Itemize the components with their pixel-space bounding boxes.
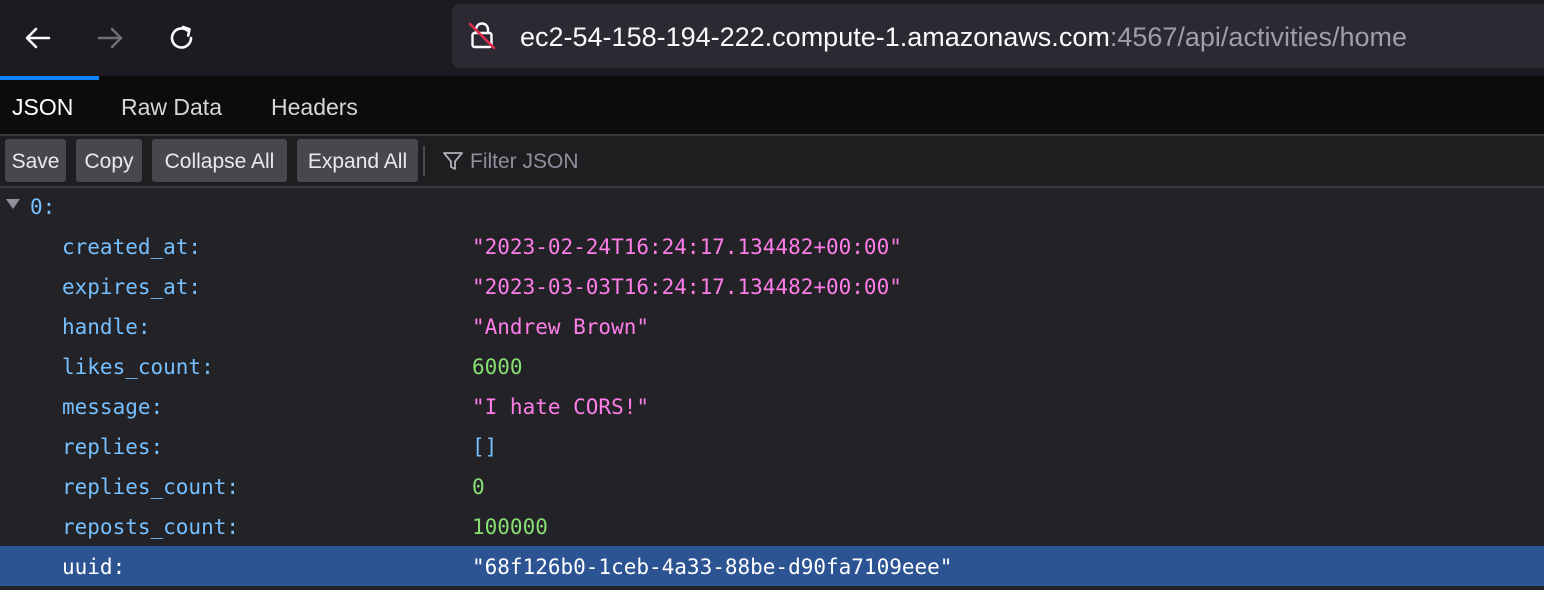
- table-row[interactable]: expires_at: "2023-03-03T16:24:17.134482+…: [0, 266, 1544, 306]
- json-toolbar: Save Copy Collapse All Expand All Filter…: [0, 136, 1544, 188]
- table-row-selected[interactable]: uuid: "68f126b0-1ceb-4a33-88be-d90fa7109…: [0, 546, 1544, 586]
- json-value: []: [472, 435, 498, 459]
- forward-arrow-icon: [97, 27, 123, 49]
- json-value: 6000: [472, 355, 523, 379]
- table-row[interactable]: handle: "Andrew Brown": [0, 306, 1544, 346]
- json-key: uuid:: [62, 555, 126, 579]
- url-host: ec2-54-158-194-222.compute-1.amazonaws.c…: [520, 22, 1110, 52]
- tab-json[interactable]: JSON: [0, 76, 85, 134]
- copy-button[interactable]: Copy: [76, 139, 142, 182]
- json-key: message:: [62, 395, 164, 419]
- url-text[interactable]: ec2-54-158-194-222.compute-1.amazonaws.c…: [520, 4, 1407, 68]
- filter-json-input[interactable]: Filter JSON: [470, 136, 579, 186]
- expand-toggle-icon[interactable]: [6, 199, 20, 209]
- toolbar-divider: [423, 146, 425, 176]
- address-bar[interactable]: ec2-54-158-194-222.compute-1.amazonaws.c…: [452, 4, 1544, 68]
- json-value: 0: [472, 475, 485, 499]
- table-row[interactable]: replies: []: [0, 426, 1544, 466]
- json-value: "2023-02-24T16:24:17.134482+00:00": [472, 235, 902, 259]
- navigation-bar: ec2-54-158-194-222.compute-1.amazonaws.c…: [0, 0, 1544, 76]
- reload-icon: [170, 25, 193, 49]
- filter-icon: [443, 152, 463, 170]
- json-key: created_at:: [62, 235, 202, 259]
- back-arrow-icon: [25, 27, 51, 49]
- json-value: "68f126b0-1ceb-4a33-88be-d90fa7109eee": [472, 555, 953, 579]
- json-value: "2023-03-03T16:24:17.134482+00:00": [472, 275, 902, 299]
- save-button[interactable]: Save: [5, 139, 66, 182]
- back-button[interactable]: [14, 14, 62, 62]
- insecure-lock-icon[interactable]: [466, 20, 498, 52]
- table-row[interactable]: created_at: "2023-02-24T16:24:17.134482+…: [0, 226, 1544, 266]
- table-row[interactable]: reposts_count: 100000: [0, 506, 1544, 546]
- json-value: 100000: [472, 515, 548, 539]
- json-value: "Andrew Brown": [472, 315, 650, 339]
- json-key: handle:: [62, 315, 151, 339]
- tab-raw-data[interactable]: Raw Data: [109, 76, 234, 134]
- json-value: "I hate CORS!": [472, 395, 650, 419]
- json-key: replies:: [62, 435, 164, 459]
- expand-all-button[interactable]: Expand All: [297, 139, 418, 182]
- table-row[interactable]: likes_count: 6000: [0, 346, 1544, 386]
- root-key: 0:: [30, 195, 56, 219]
- json-key: replies_count:: [62, 475, 240, 499]
- collapse-all-button[interactable]: Collapse All: [152, 139, 287, 182]
- table-row[interactable]: message: "I hate CORS!": [0, 386, 1544, 426]
- forward-button[interactable]: [86, 14, 134, 62]
- reload-button[interactable]: [158, 14, 206, 62]
- tree-root-row[interactable]: 0:: [0, 186, 1544, 226]
- table-row[interactable]: replies_count: 0: [0, 466, 1544, 506]
- json-key: expires_at:: [62, 275, 202, 299]
- json-key: likes_count:: [62, 355, 214, 379]
- json-tree: 0: created_at: "2023-02-24T16:24:17.1344…: [0, 186, 1544, 590]
- json-key: reposts_count:: [62, 515, 240, 539]
- tab-headers[interactable]: Headers: [259, 76, 370, 134]
- url-path: :4567/api/activities/home: [1109, 22, 1407, 52]
- viewer-tabs: JSON Raw Data Headers: [0, 76, 1544, 136]
